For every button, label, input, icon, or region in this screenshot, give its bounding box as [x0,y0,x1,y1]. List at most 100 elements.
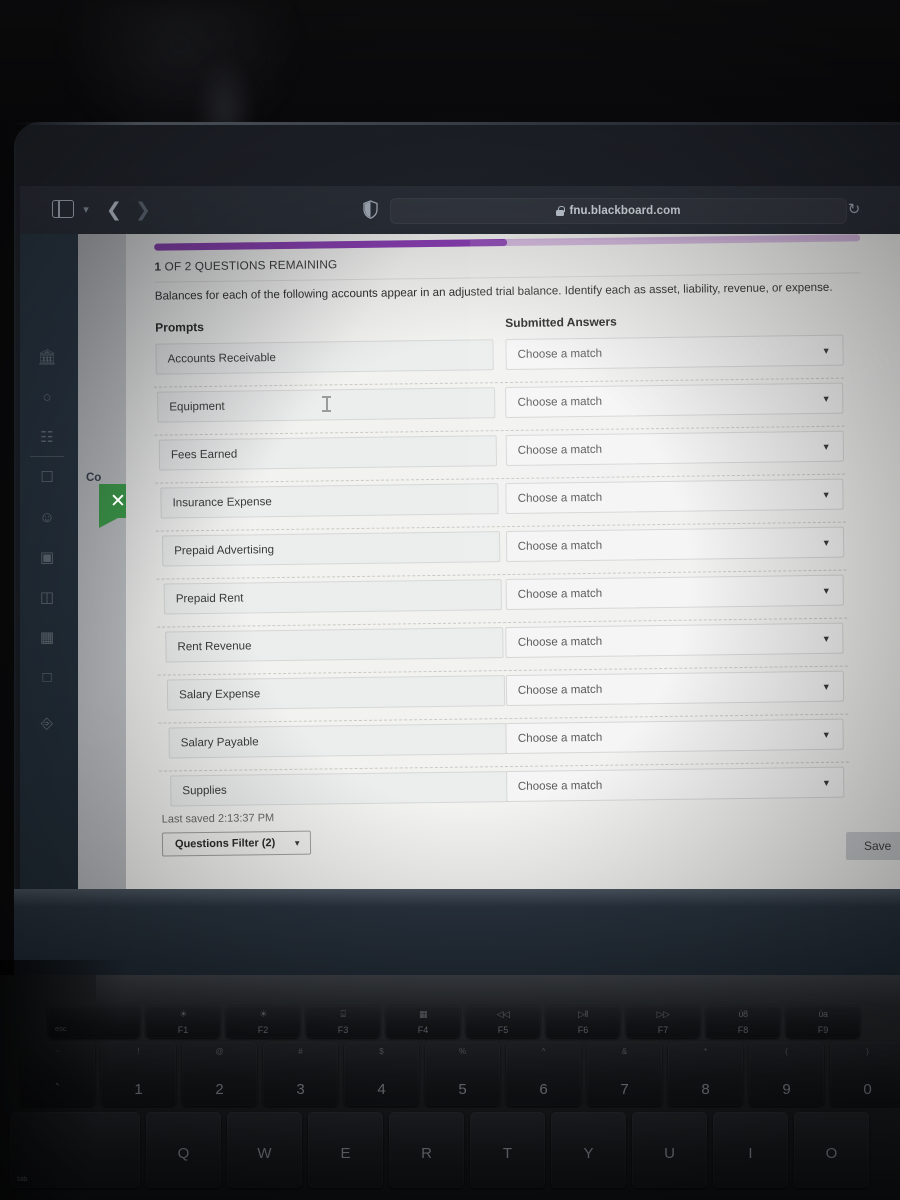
key-shift-label: $ [379,1047,384,1056]
key-2[interactable]: @2 [182,1042,257,1106]
match-dropdown[interactable]: Choose a match ▼ [505,670,844,707]
prompt-label: Rent Revenue [177,639,252,654]
key-4[interactable]: $4 [344,1042,419,1106]
key-label: F1 [177,1025,189,1035]
key-q[interactable]: Q [146,1112,221,1188]
key-f7[interactable]: ▷▷ F7 [626,1006,700,1038]
key-icon: ◁◁ [496,1009,510,1019]
prompt-cell[interactable]: Prepaid Advertising [161,531,501,567]
save-button[interactable]: Save [846,832,900,860]
address-bar[interactable]: fnu.blackboard.com [390,198,847,224]
match-dropdown[interactable]: Choose a match ▼ [505,382,844,419]
key-y[interactable]: Y [551,1112,626,1188]
calendar-icon[interactable]: ▣ [36,546,58,568]
key-label: Y [583,1145,594,1162]
globe-icon[interactable]: ☷ [36,426,58,448]
key-label: F4 [417,1025,429,1035]
chevron-down-icon: ▼ [821,681,831,692]
key-label: Q [177,1145,190,1162]
prompt-cell[interactable]: Insurance Expense [160,483,499,519]
progress-track [154,234,861,251]
key-7[interactable]: & 7 [587,1042,662,1106]
prompt-cell[interactable]: Prepaid Rent [163,579,502,615]
questions-filter-dropdown[interactable]: Questions Filter (2) ▼ [161,830,312,857]
key-5[interactable]: % 5 [425,1042,500,1106]
key-o[interactable]: O [794,1112,869,1188]
key-label: I [748,1145,753,1162]
prompt-cell[interactable]: Fees Earned [158,435,498,471]
key-9[interactable]: (9 [749,1042,824,1106]
key-u[interactable]: U [632,1112,707,1188]
key-f4[interactable]: ▦ F4 [386,1006,460,1038]
match-dropdown[interactable]: Choose a match ▼ [505,622,844,659]
key-shift-label: ) [866,1047,869,1056]
chevron-down-icon: ▼ [821,585,831,596]
sidebar-toggle-icon[interactable] [52,200,74,218]
page-background-strip [78,234,126,889]
key-r[interactable]: R [389,1112,464,1188]
prompt-label: Equipment [169,399,225,414]
questions-filter-label: Questions Filter (2) [174,837,276,851]
keyboard-number-row[interactable]: ~`!1@2#3$4%5^6&7*8(9)0 [20,1042,900,1106]
privacy-shield-icon[interactable] [363,200,378,219]
key-w[interactable]: W [227,1112,302,1188]
prompt-cell[interactable]: Salary Expense [166,675,506,711]
match-dropdown[interactable]: Choose a match ▼ [505,718,844,755]
prompt-cell[interactable]: Supplies [170,771,509,807]
key-shift-label: * [703,1047,708,1056]
key-0[interactable]: ) 0 [830,1042,900,1106]
prompt-label: Prepaid Rent [175,591,244,606]
key-f6[interactable]: ▷‖ F6 [546,1006,620,1038]
match-dropdown[interactable]: Choose a match ▼ [505,526,844,563]
chevron-down-icon[interactable]: ▾ [79,203,93,216]
prompt-cell[interactable]: Accounts Receivable [155,339,494,375]
laptop-keyboard[interactable]: esc☀F1☀F2⌸F3▦F4◁◁F5▷‖F6▷▷F7ὐ8F8ὐaF9~`!1@… [0,998,900,1200]
key-icon: ▷▷ [656,1009,670,1019]
tools-icon[interactable]: □ [36,666,58,688]
key-f2[interactable]: ☀ F2 [226,1006,300,1038]
back-arrow-icon[interactable]: ❮ [104,198,124,222]
key-f8[interactable]: ὐ8 F8 [706,1006,780,1038]
questions-remaining-label: 1 OF 2 QUESTIONS REMAINING [154,257,337,273]
key-e[interactable]: E [308,1112,383,1188]
match-dropdown[interactable]: Choose a match ▼ [505,430,844,467]
reload-icon[interactable]: ↻ [845,200,863,218]
signout-icon[interactable]: ⎆ [36,712,58,734]
key-t[interactable]: T [470,1112,545,1188]
forward-arrow-icon[interactable]: ❯ [133,198,153,222]
profile-icon[interactable]: ○ [36,386,58,408]
courses-icon[interactable]: ▦ [36,626,58,648]
key-f9[interactable]: ὐa F9 [786,1006,860,1038]
match-placeholder: Choose a match [517,490,603,505]
key-3[interactable]: #3 [263,1042,338,1106]
key-label: F3 [337,1025,349,1035]
match-dropdown[interactable]: Choose a match ▼ [505,334,844,371]
prompt-cell[interactable]: Rent Revenue [165,627,504,663]
key-shift-label: # [298,1047,303,1056]
prompt-cell[interactable]: Salary Payable [168,723,507,759]
groups-icon[interactable]: ☺ [36,506,58,528]
key-8[interactable]: * 8 [668,1042,743,1106]
match-placeholder: Choose a match [517,538,603,553]
match-dropdown[interactable]: Choose a match ▼ [505,574,844,611]
key-i[interactable]: I [713,1112,788,1188]
match-placeholder: Choose a match [517,730,603,745]
key-f5[interactable]: ◁◁ F5 [466,1006,540,1038]
close-icon: ✕ [110,490,126,512]
key-label: 1 [134,1081,143,1098]
key-label: O [825,1145,838,1162]
keyboard-letter-row[interactable]: tabQWERTYUIO [10,1112,869,1188]
key-f1[interactable]: ☀ F1 [146,1006,220,1038]
messages-icon[interactable]: ☐ [36,466,58,488]
key-6[interactable]: ^ 6 [506,1042,581,1106]
key-f3[interactable]: ⌸ F3 [306,1006,380,1038]
assessment-card: 1 OF 2 QUESTIONS REMAINING Balances for … [126,234,900,889]
match-dropdown[interactable]: Choose a match ▼ [505,766,845,803]
match-dropdown[interactable]: Choose a match ▼ [505,478,844,515]
institution-icon[interactable]: 🏛 [36,346,58,368]
grades-icon[interactable]: ◫ [36,586,58,608]
chevron-down-icon: ▼ [821,633,831,644]
match-placeholder: Choose a match [517,442,603,457]
chevron-down-icon: ▼ [821,537,831,548]
keyboard-function-row[interactable]: esc☀F1☀F2⌸F3▦F4◁◁F5▷‖F6▷▷F7ὐ8F8ὐaF9 [48,1006,860,1038]
